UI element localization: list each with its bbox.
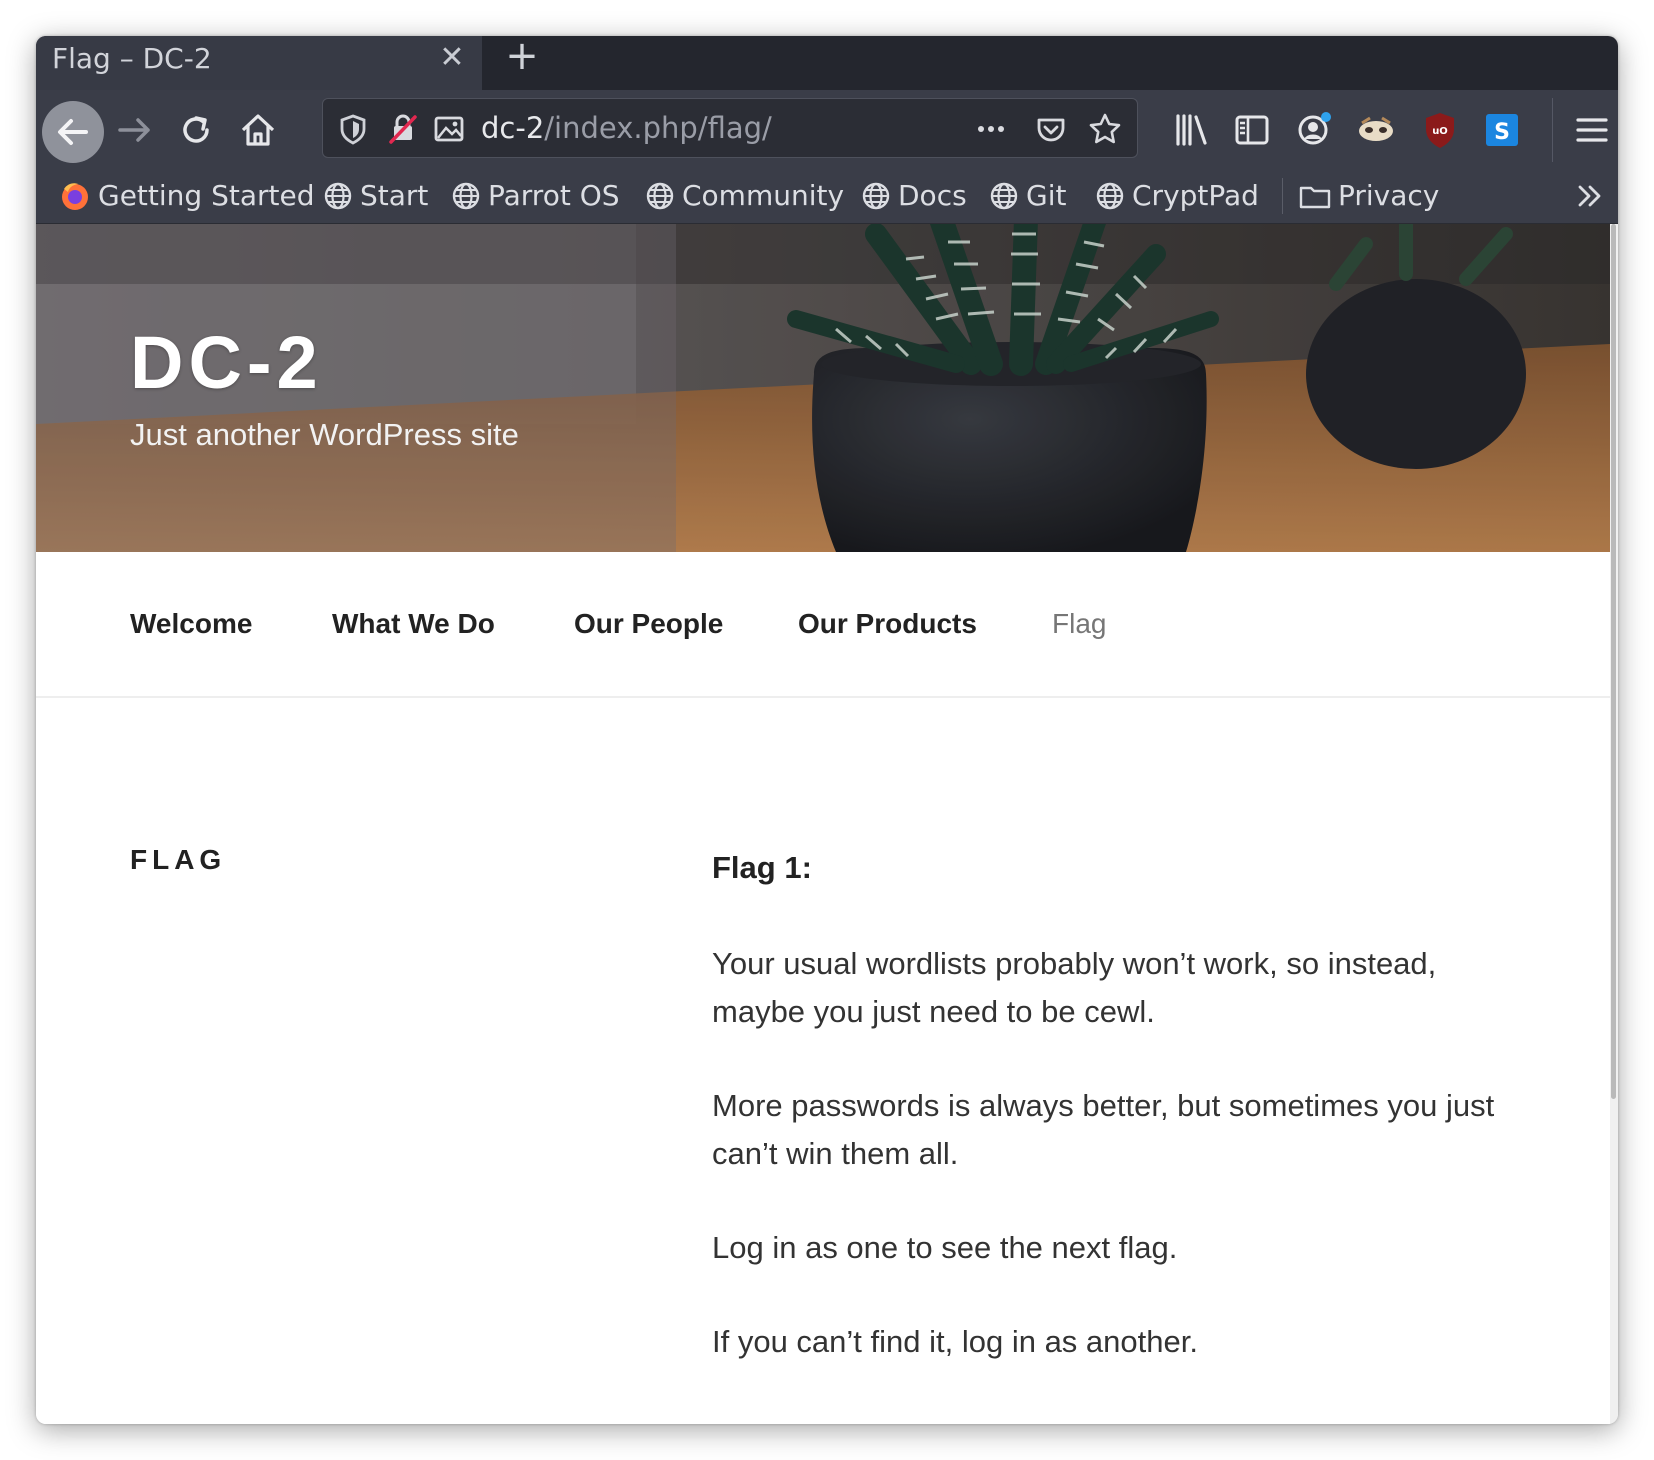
shield-icon[interactable]	[333, 109, 373, 149]
globe-icon	[1096, 182, 1124, 209]
web-page: DC-2 Just another WordPress site Welcome…	[36, 224, 1610, 1424]
bookmark-parrot-os[interactable]: Parrot OS	[450, 168, 620, 223]
bookmark-label: Git	[1026, 179, 1067, 212]
globe-icon	[990, 182, 1018, 209]
insecure-lock-icon[interactable]	[383, 109, 423, 149]
library-icon[interactable]	[1170, 108, 1214, 152]
navigation-toolbar: dc-2/index.php/flag/ uO S	[36, 90, 1618, 168]
sidebar-icon[interactable]	[1230, 108, 1274, 152]
bookmark-folder-privacy[interactable]: Privacy	[1298, 168, 1439, 223]
back-arrow-icon	[58, 119, 88, 145]
content-paragraph: Log in as one to see the next flag.	[712, 1230, 1178, 1265]
new-tab-icon[interactable]: +	[494, 36, 550, 82]
bookmarks-separator	[1282, 178, 1283, 214]
bookmark-label: Privacy	[1338, 179, 1440, 212]
scrollbar-thumb[interactable]	[1611, 224, 1616, 1099]
globe-icon	[862, 182, 890, 209]
page-title: FLAG	[130, 844, 227, 875]
globe-icon	[324, 182, 352, 209]
extension-s-icon[interactable]: S	[1480, 108, 1524, 152]
site-description: Just another WordPress site	[130, 417, 519, 452]
bookmark-label: Start	[360, 179, 429, 212]
home-icon[interactable]	[236, 108, 280, 152]
tab-title: Flag – DC-2	[52, 42, 212, 75]
reload-icon[interactable]	[174, 108, 218, 152]
bookmark-docs[interactable]: Docs	[860, 168, 967, 223]
toolbar-separator	[1552, 98, 1553, 162]
svg-text:S: S	[1494, 120, 1510, 145]
page-actions-icon[interactable]	[971, 109, 1011, 149]
bookmark-label: CryptPad	[1132, 179, 1259, 212]
site-title[interactable]: DC-2	[130, 320, 323, 405]
account-icon[interactable]	[1292, 108, 1336, 152]
bookmark-getting-started[interactable]: Getting Started	[58, 168, 314, 223]
folder-icon	[1299, 186, 1331, 208]
bookmark-git[interactable]: Git	[988, 168, 1066, 223]
globe-icon	[646, 182, 674, 209]
firefox-icon	[62, 182, 88, 210]
close-tab-icon[interactable]: ✕	[432, 36, 472, 82]
page-content: Flag 1: Your usual wordlists probably wo…	[712, 844, 1502, 1412]
bookmark-label: Parrot OS	[488, 179, 620, 212]
forward-arrow-icon[interactable]	[114, 108, 158, 152]
flag-heading: Flag 1:	[712, 850, 812, 885]
bookmark-community[interactable]: Community	[644, 168, 844, 223]
hamburger-menu-icon[interactable]	[1570, 108, 1614, 152]
menu-item-what-we-do[interactable]: What We Do	[332, 552, 495, 696]
content-paragraph: More passwords is always better, but som…	[712, 1088, 1495, 1171]
extension-mask-icon[interactable]	[1354, 108, 1398, 152]
menu-item-flag[interactable]: Flag	[1052, 552, 1106, 696]
bookmark-label: Getting Started	[98, 179, 315, 212]
chevron-overflow-icon[interactable]	[1574, 180, 1606, 212]
content-paragraph: Your usual wordlists probably won’t work…	[712, 946, 1437, 1029]
browser-window: Flag – DC-2 ✕ + dc-2/index.php/flag/ uO …	[36, 36, 1618, 1424]
svg-text:uO: uO	[1432, 126, 1448, 137]
page-scrollbar[interactable]	[1610, 224, 1618, 1424]
url-bar[interactable]: dc-2/index.php/flag/	[322, 98, 1138, 158]
globe-icon	[452, 182, 480, 209]
menu-item-our-products[interactable]: Our Products	[798, 552, 977, 696]
image-icon[interactable]	[429, 109, 469, 149]
active-tab[interactable]: Flag – DC-2 ✕	[36, 36, 482, 90]
bookmark-label: Docs	[898, 179, 967, 212]
star-bookmark-icon[interactable]	[1085, 109, 1125, 149]
bookmarks-toolbar: Getting Started Start Parrot OS Communit…	[36, 168, 1618, 224]
main-navigation: Welcome What We Do Our People Our Produc…	[36, 552, 1610, 698]
tab-strip: Flag – DC-2 ✕ +	[36, 36, 1618, 90]
back-button[interactable]	[42, 101, 104, 163]
ublock-icon[interactable]: uO	[1418, 108, 1462, 152]
bookmark-start[interactable]: Start	[322, 168, 428, 223]
bookmark-label: Community	[682, 179, 845, 212]
url-text[interactable]: dc-2/index.php/flag/	[481, 99, 772, 157]
pocket-icon[interactable]	[1031, 109, 1071, 149]
header-image: DC-2 Just another WordPress site	[36, 224, 1610, 552]
content-paragraph: If you can’t find it, log in as another.	[712, 1324, 1198, 1359]
menu-item-welcome[interactable]: Welcome	[130, 552, 252, 696]
bookmark-cryptpad[interactable]: CryptPad	[1094, 168, 1259, 223]
menu-item-our-people[interactable]: Our People	[574, 552, 723, 696]
